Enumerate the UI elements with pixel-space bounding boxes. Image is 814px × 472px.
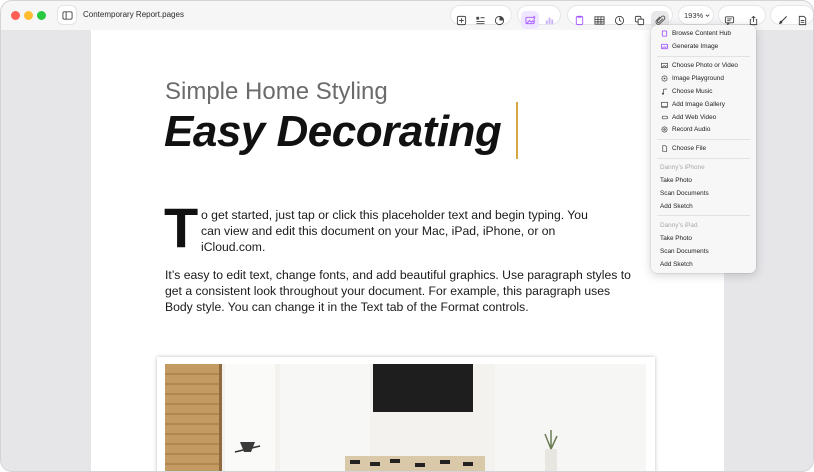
image-playground-icon <box>660 75 668 82</box>
bar-chart-icon <box>545 17 553 24</box>
inspector-toolbar-group <box>771 6 813 25</box>
menu-header-ipad: Danny’s iPad <box>660 222 698 229</box>
menu-item-record-audio[interactable]: Record Audio <box>660 124 710 135</box>
collab-toolbar-group <box>719 6 765 26</box>
menu-item-ipad-take-photo[interactable]: Take Photo <box>660 233 692 244</box>
image-gallery-icon <box>660 101 668 108</box>
comment-icon <box>724 15 734 26</box>
menu-separator <box>657 139 750 140</box>
interior-photo[interactable] <box>165 364 646 471</box>
menu-item-ipad-scan-documents[interactable]: Scan Documents <box>660 246 709 257</box>
shape-button[interactable] <box>570 11 588 29</box>
sidebar-icon <box>61 10 73 20</box>
media-toolbar-group <box>518 6 560 29</box>
image-sparkle-icon <box>524 14 536 24</box>
chart-insert-button[interactable] <box>540 11 558 29</box>
body-paragraph-2[interactable]: It’s easy to edit text, change fonts, an… <box>165 267 635 315</box>
document-page[interactable]: Simple Home Styling Easy Decorating T o … <box>91 30 724 471</box>
clock-button[interactable] <box>610 11 628 29</box>
chart-icon <box>494 15 504 25</box>
body-paragraph-1-line-1[interactable]: o get started, just tap or click this pl… <box>201 207 641 223</box>
document-button[interactable] <box>793 11 811 29</box>
chevron-down-icon <box>705 14 710 17</box>
web-video-icon <box>660 114 668 121</box>
menu-item-label: Image Playground <box>672 75 724 82</box>
photo-library-icon <box>660 62 668 69</box>
text-box-button[interactable] <box>471 11 489 29</box>
format-button[interactable] <box>773 11 791 29</box>
menu-item-label: Add Image Gallery <box>672 101 725 108</box>
menu-item-generate-image[interactable]: Generate Image <box>660 41 718 52</box>
paintbrush-icon <box>778 15 787 24</box>
document-subtitle[interactable]: Simple Home Styling <box>165 78 388 106</box>
zoom-menu[interactable]: 193% <box>679 6 713 24</box>
copy-icon <box>634 15 644 25</box>
sidebar-toggle-button[interactable] <box>58 6 76 24</box>
menu-item-add-web-video[interactable]: Add Web Video <box>660 112 716 123</box>
music-note-icon <box>660 88 668 95</box>
menu-item-choose-file[interactable]: Choose File <box>660 143 706 154</box>
table-icon <box>593 15 605 25</box>
menu-item-browse-content-hub[interactable]: Browse Content Hub <box>660 28 731 39</box>
menu-item-label: Browse Content Hub <box>672 30 731 37</box>
minimize-window-button[interactable] <box>24 11 33 20</box>
drop-cap[interactable]: T <box>164 200 198 256</box>
menu-item-iphone-add-sketch[interactable]: Add Sketch <box>660 201 693 212</box>
menu-item-label: Choose Photo or Video <box>672 62 738 69</box>
menu-header-iphone: Danny’s iPhone <box>660 164 705 171</box>
menu-item-label: Choose Music <box>672 88 713 95</box>
body-paragraph-1-line-2[interactable]: can view and edit this document on your … <box>201 223 641 239</box>
text-cursor <box>516 102 518 159</box>
waveform-icon <box>660 126 668 133</box>
add-page-button[interactable] <box>452 11 470 29</box>
menu-item-choose-music[interactable]: Choose Music <box>660 86 713 97</box>
insert-toolbar-group <box>451 6 511 25</box>
menu-item-iphone-take-photo[interactable]: Take Photo <box>660 175 692 186</box>
media-insert-menu: Browse Content Hub Generate Image Choose… <box>651 25 756 273</box>
chart-button[interactable] <box>490 11 508 29</box>
menu-item-label: Generate Image <box>672 43 719 50</box>
menu-item-label: Record Audio <box>672 126 711 133</box>
share-icon <box>749 15 757 25</box>
clock-icon <box>614 15 624 25</box>
menu-item-label: Choose File <box>672 145 707 152</box>
table-button[interactable] <box>590 11 608 29</box>
image-playground-button[interactable] <box>521 11 539 29</box>
menu-separator <box>657 56 750 57</box>
menu-item-label: Add Web Video <box>672 114 717 121</box>
menu-separator <box>657 158 750 159</box>
menu-item-image-playground[interactable]: Image Playground <box>660 73 724 84</box>
pages-window: Contemporary Report.pages 193% Simple Ho… <box>0 0 814 472</box>
content-hub-icon <box>660 30 668 37</box>
menu-item-choose-photo-or-video[interactable]: Choose Photo or Video <box>660 60 738 71</box>
document-heading[interactable]: Easy Decorating <box>164 107 502 157</box>
interior-photo-illustration <box>165 364 646 471</box>
copy-button[interactable] <box>630 11 648 29</box>
zoom-value: 193% <box>684 11 704 20</box>
menu-item-iphone-scan-documents[interactable]: Scan Documents <box>660 188 709 199</box>
paperclip-icon <box>655 15 665 25</box>
close-window-button[interactable] <box>11 11 20 20</box>
menu-item-add-image-gallery[interactable]: Add Image Gallery <box>660 99 725 110</box>
menu-separator <box>657 215 750 216</box>
object-toolbar-group <box>568 6 672 29</box>
document-title: Contemporary Report.pages <box>83 10 184 19</box>
document-shape-icon <box>575 15 583 25</box>
body-paragraph-1-line-3[interactable]: iCloud.com. <box>201 239 265 255</box>
add-page-icon <box>456 15 466 25</box>
fullscreen-window-button[interactable] <box>37 11 46 20</box>
document-icon <box>798 15 806 25</box>
generate-image-icon <box>660 43 668 50</box>
file-icon <box>660 145 668 152</box>
menu-item-ipad-add-sketch[interactable]: Add Sketch <box>660 259 693 270</box>
text-box-icon <box>475 16 485 24</box>
